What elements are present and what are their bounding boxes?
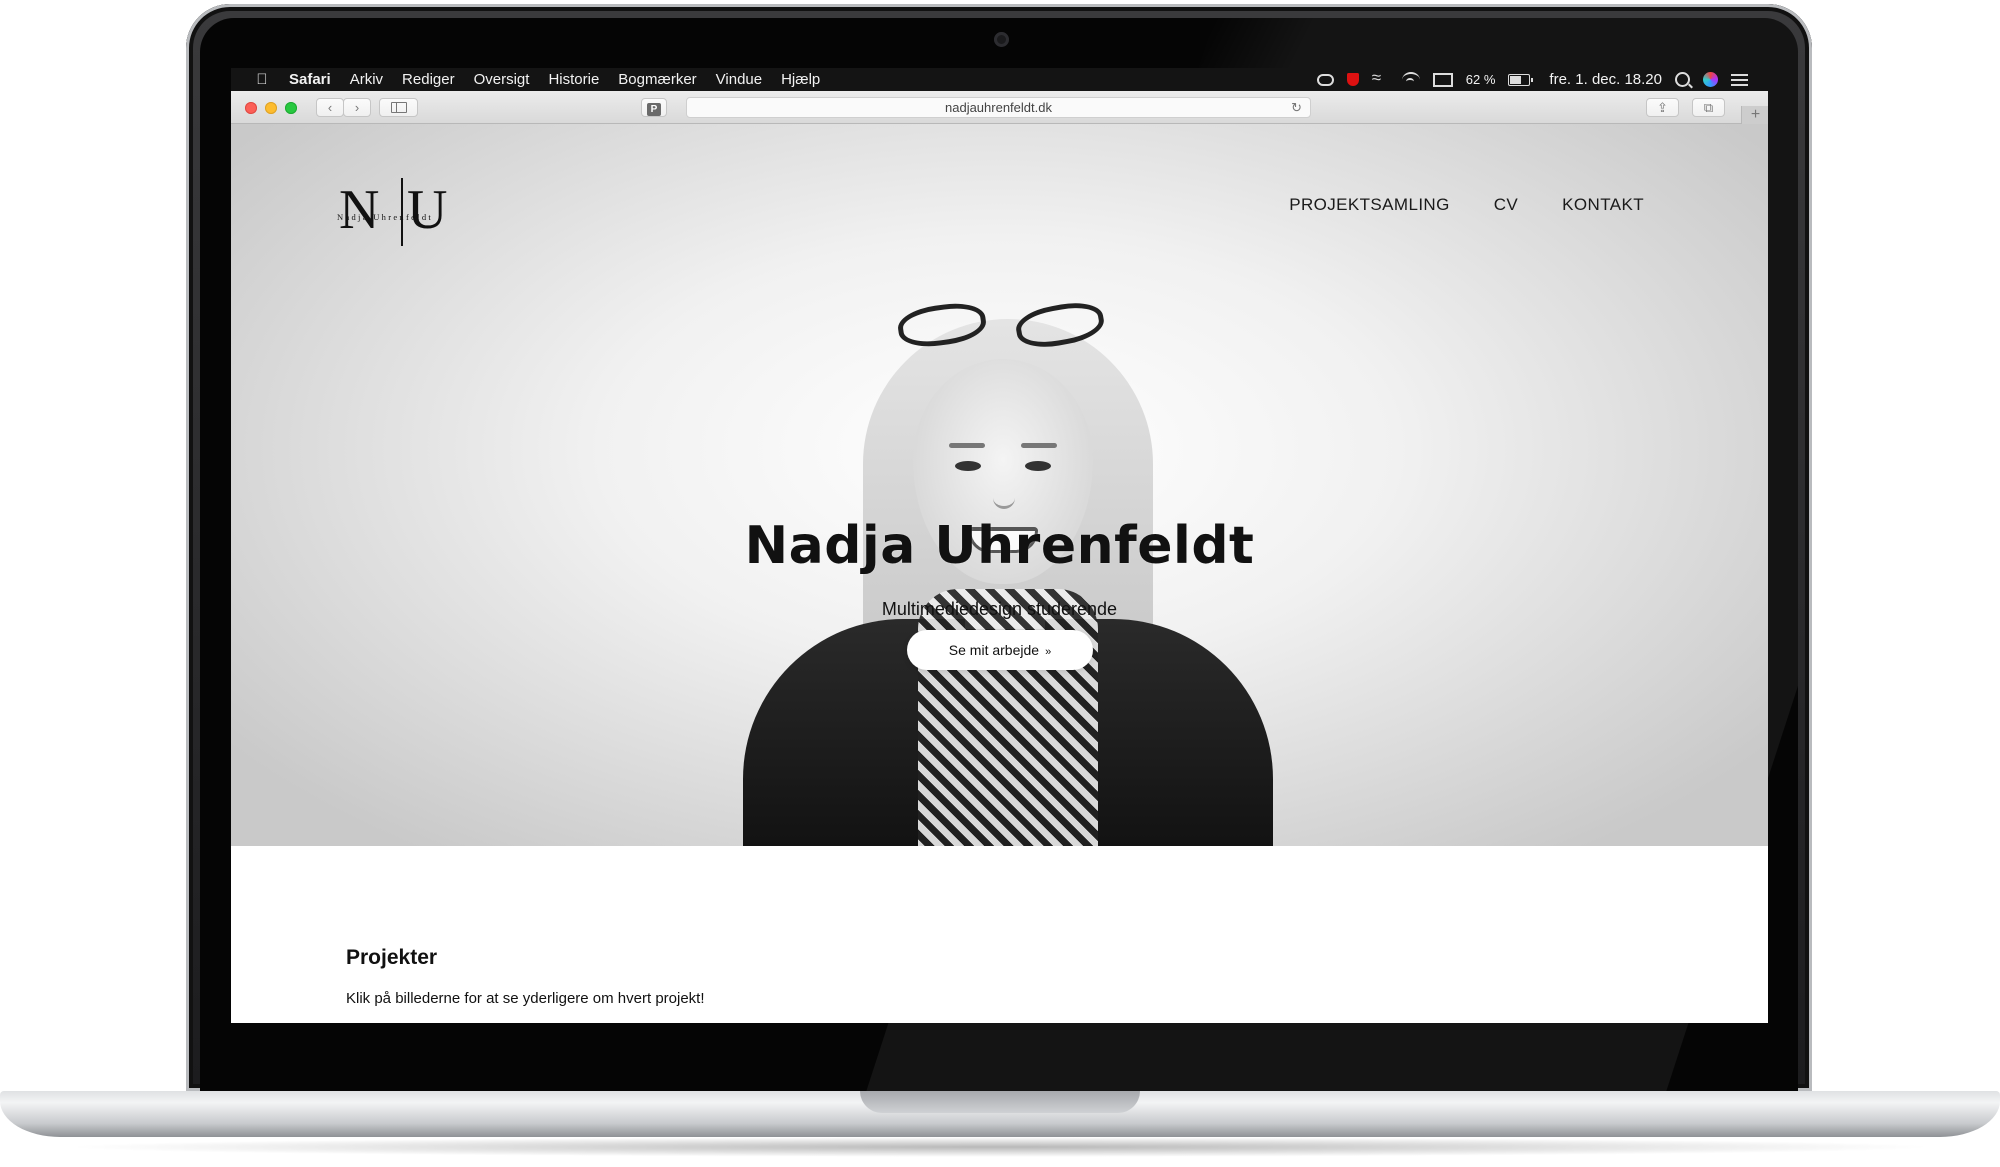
glasses-lens-left [895,299,989,351]
nav-link-cv[interactable]: CV [1494,195,1518,215]
pocket-extension-button[interactable]: P [641,98,667,117]
menu-app-name[interactable]: Safari [289,71,331,88]
logo-subtitle: Nadja Uhrenfeldt [337,212,434,222]
portrait-eye-right [1025,461,1051,471]
share-button[interactable]: ⇪ [1646,98,1679,117]
wave-icon[interactable] [1372,68,1389,88]
nav-link-projektsamling[interactable]: PROJEKTSAMLING [1289,195,1450,215]
logo-letter-u: U [407,179,448,241]
sidebar-icon [390,102,407,113]
show-tabs-button[interactable]: ⧉ [1692,98,1725,117]
laptop-shadow [60,1137,1940,1157]
menu-item-hjaelp[interactable]: Hjælp [781,71,820,88]
menu-item-vindue[interactable]: Vindue [716,71,762,88]
window-minimize-button[interactable] [265,102,277,114]
pocket-icon: P [647,103,661,116]
nav-link-kontakt[interactable]: KONTAKT [1562,195,1644,215]
menu-bar:  Safari Arkiv Rediger Oversigt Historie… [231,68,1768,91]
double-chevron-down-icon: » [1045,646,1052,658]
forward-button[interactable]: › [343,98,371,117]
menu-item-bogmaerker[interactable]: Bogmærker [618,71,696,88]
browser-toolbar: ‹ › P nadjauhrenfeldt.dk ↻ ⇪ ⧉ + [231,91,1768,124]
wifi-icon[interactable] [1401,71,1420,88]
battery-icon[interactable] [1508,73,1534,86]
main-nav: PROJEKTSAMLING CV KONTAKT [1289,195,1644,215]
window-close-button[interactable] [245,102,257,114]
status-area: 62 % fre. 1. dec. 18.20 [1316,68,1748,91]
cta-label: Se mit arbejde [948,642,1040,658]
hero-title: Nadja Uhrenfeldt [744,516,1255,576]
reload-icon[interactable]: ↻ [1291,98,1302,118]
apple-icon[interactable]:  [251,71,273,88]
site-logo[interactable]: N U Nadja Uhrenfeldt [337,178,469,248]
see-my-work-button[interactable]: Se mit arbejde » [907,630,1093,670]
siri-icon[interactable] [1703,72,1718,87]
notification-list-icon[interactable] [1731,73,1748,86]
menu-item-oversigt[interactable]: Oversigt [474,71,530,88]
portrait-brow-right [1021,443,1057,448]
portrait-eye-left [955,461,981,471]
address-url: nadjauhrenfeldt.dk [945,100,1052,115]
projects-heading: Projekter [346,946,438,969]
laptop-opening-notch [860,1091,1140,1113]
menu-clock[interactable]: fre. 1. dec. 18.20 [1549,71,1662,88]
menu-item-arkiv[interactable]: Arkiv [350,71,383,88]
hero-section: N U Nadja Uhrenfeldt PROJEKTSAMLING CV K… [231,124,1768,846]
battery-level [1510,75,1521,84]
address-bar[interactable]: nadjauhrenfeldt.dk ↻ [686,97,1311,118]
shield-icon[interactable] [1346,73,1359,86]
new-tab-button[interactable]: + [1741,106,1768,124]
projects-intro-text: Klik på billederne for at se yderligere … [346,990,705,1007]
projects-section: Projekter Klik på billederne for at se y… [346,946,1646,1007]
spotlight-search-icon[interactable] [1675,72,1690,87]
airplay-icon[interactable] [1432,72,1453,87]
battery-percentage[interactable]: 62 % [1466,72,1496,87]
portrait-brow-left [949,443,985,448]
menu-item-rediger[interactable]: Rediger [402,71,455,88]
creative-cloud-icon[interactable] [1316,73,1334,86]
logo-letter-n: N [339,179,380,241]
portrait-scarf [918,589,1098,846]
portrait-glasses [895,297,1118,353]
menu-item-historie[interactable]: Historie [548,71,599,88]
portrait-nose [993,494,1015,509]
glasses-lens-right [1013,297,1107,353]
window-maximize-button[interactable] [285,102,297,114]
back-button[interactable]: ‹ [316,98,344,117]
screen:  Safari Arkiv Rediger Oversigt Historie… [231,68,1768,1023]
camera-icon [994,32,1009,47]
sidebar-toggle-button[interactable] [379,98,418,117]
hero-subtitle: Multimediedesign studerende [881,599,1118,619]
